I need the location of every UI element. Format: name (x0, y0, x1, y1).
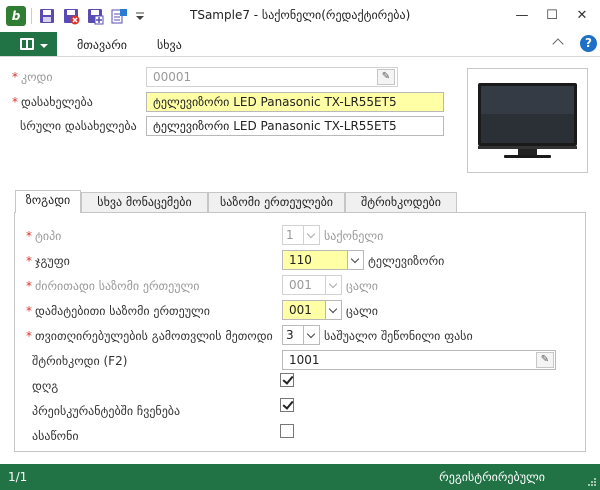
tab-general[interactable]: ზოგადი (15, 190, 81, 213)
product-image[interactable] (467, 68, 588, 173)
barcode-picker-icon[interactable]: ✎ (536, 352, 554, 368)
tab-units[interactable]: საზომი ერთეულები (208, 192, 345, 212)
minimize-button[interactable]: — (510, 6, 534, 26)
help-icon[interactable]: ? (580, 35, 597, 52)
extra-unit-dropdown-button[interactable] (325, 300, 342, 320)
record-status: რეგისტრირებული (439, 470, 545, 484)
chevron-down-icon (40, 44, 48, 48)
window-title: TSample7 - საქონელი(რედაქტირება) (190, 8, 411, 22)
status-bar: 1/1 რეგისტრირებული (0, 464, 600, 490)
required-marker: * (26, 304, 32, 318)
close-button[interactable]: ✕ (570, 6, 594, 26)
picker-icon: ✎ (377, 69, 395, 85)
base-unit-label: * ძირითადი საზომი ერთეული (26, 279, 200, 293)
resize-grip-icon[interactable] (587, 477, 597, 487)
cost-method-field[interactable]: 3 (282, 325, 304, 345)
group-dropdown-button[interactable] (347, 250, 364, 270)
code-field: 00001 (146, 67, 398, 87)
group-text: ტელევიზორი (368, 254, 445, 268)
extra-unit-label: * დამატებითი საზომი ერთეული (26, 304, 210, 318)
app-logo-icon[interactable]: b (6, 6, 26, 26)
save-icon[interactable] (38, 7, 56, 25)
file-menu-button[interactable] (0, 32, 57, 56)
barcode-field[interactable]: 1001 (282, 350, 556, 370)
weighable-checkbox[interactable] (280, 424, 294, 438)
fullname-field[interactable]: ტელევიზორი LED Panasonic TX-LR55ET5 (146, 116, 444, 136)
vat-label: დღგ (32, 379, 59, 393)
cost-method-label: * თვითღირებულების გამოთვლის მეთოდი (26, 329, 273, 343)
weighable-label: ასაწონი (32, 429, 79, 443)
name-label: * დასახელება (12, 95, 93, 109)
export-icon[interactable] (110, 7, 128, 25)
barcode-label: შტრიხკოდი (F2) (32, 354, 128, 368)
save-close-icon[interactable] (62, 7, 80, 25)
code-label: * კოდი (12, 70, 53, 84)
type-label: * ტიპი (26, 229, 62, 243)
extra-unit-field[interactable]: 001 (282, 300, 326, 320)
name-field[interactable]: ტელევიზორი LED Panasonic TX-LR55ET5 (146, 92, 444, 112)
group-field[interactable]: 110 (282, 250, 348, 270)
save-new-icon[interactable] (86, 7, 104, 25)
required-marker: * (26, 229, 32, 243)
required-marker: * (12, 95, 18, 109)
base-unit-text: ცალი (346, 279, 378, 293)
tab-other-data[interactable]: სხვა მონაცემები (81, 192, 208, 212)
chevron-down-icon (303, 225, 320, 245)
tab-other[interactable]: სხვა (157, 38, 182, 52)
required-marker: * (12, 70, 18, 84)
required-marker: * (26, 254, 32, 268)
pricelist-label: პრეისკურანტებში ჩვენება (32, 404, 181, 418)
customize-dropdown-icon[interactable] (134, 7, 146, 25)
fullname-label: სრული დასახელება (20, 119, 137, 133)
tab-barcodes[interactable]: შტრიხკოდები (345, 192, 457, 212)
maximize-button[interactable]: ☐ (540, 6, 564, 26)
cost-method-text: საშუალო შეწონილი ფასი (324, 329, 473, 343)
type-text: საქონელი (324, 229, 384, 243)
pricelist-checkbox[interactable] (280, 398, 294, 412)
cost-method-dropdown-button[interactable] (303, 325, 320, 345)
extra-unit-text: ცალი (346, 304, 378, 318)
vat-checkbox[interactable] (280, 373, 294, 387)
type-field: 1 (282, 225, 304, 245)
record-counter: 1/1 (8, 470, 28, 484)
divider (31, 8, 32, 24)
chevron-down-icon (325, 275, 342, 295)
required-marker: * (26, 279, 32, 293)
base-unit-field: 001 (282, 275, 326, 295)
tab-main[interactable]: მთავარი (77, 38, 127, 52)
group-label: * ჯგუფი (26, 254, 70, 268)
required-marker: * (26, 329, 32, 343)
menu-icon (20, 38, 34, 50)
tv-image (478, 83, 577, 158)
